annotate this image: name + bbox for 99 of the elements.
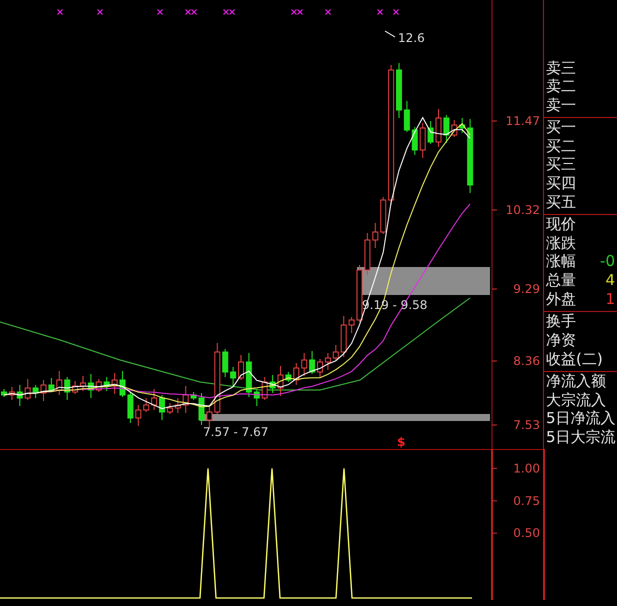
candlestick <box>443 114 450 144</box>
cross-mark-icon <box>97 9 103 15</box>
quote-label: 收益(二) <box>546 350 603 369</box>
axis-label: 0.50 <box>513 526 540 540</box>
quote-label: 总量 <box>546 271 576 290</box>
quote-label: 涨跌 <box>546 234 576 252</box>
quote-label: 涨幅 <box>546 252 576 272</box>
cross-mark-icon <box>377 9 383 15</box>
quote-label: 卖二 <box>546 77 576 96</box>
candlestick <box>190 392 197 400</box>
candlestick <box>270 374 276 394</box>
quote-label: 换手 <box>546 312 576 332</box>
candlestick <box>24 378 31 400</box>
candlestick <box>56 370 62 396</box>
candlestick <box>40 380 46 402</box>
candlestick <box>16 384 23 406</box>
candlestick <box>412 126 418 156</box>
candlestick <box>317 358 323 378</box>
cross-mark-icon <box>393 9 399 15</box>
candlestick <box>104 376 110 392</box>
zone-label: 7.57 - 7.67 <box>203 425 268 439</box>
candlestick <box>436 108 442 148</box>
quote-label: 现价 <box>546 214 576 234</box>
candlestick <box>127 392 134 424</box>
candlestick <box>459 118 466 134</box>
candlestick <box>8 386 15 400</box>
price-axis-label: 7.53 <box>513 418 540 432</box>
candlestick <box>340 316 347 358</box>
quote-label: 买二 <box>546 136 576 156</box>
candlestick <box>143 398 150 412</box>
candlestick <box>174 398 181 414</box>
candlestick <box>230 366 236 386</box>
quote-label: 5日净流入 <box>546 409 616 428</box>
leader-line <box>384 30 396 38</box>
axis-label: 0.75 <box>513 494 540 508</box>
candlestick <box>301 352 308 376</box>
quote-label: 大宗流入 <box>546 390 606 410</box>
candlestick <box>1 388 7 398</box>
cross-mark-icon <box>157 9 163 15</box>
candlestick <box>159 394 165 420</box>
candlestick <box>428 120 434 144</box>
candlestick <box>135 404 142 426</box>
candlestick <box>112 372 118 394</box>
quote-label: 卖三 <box>546 58 576 78</box>
candlestick <box>364 232 370 276</box>
quote-value: 4 <box>605 271 616 290</box>
candlestick <box>72 380 78 394</box>
price-axis-label: 9.29 <box>513 282 540 296</box>
candlestick <box>32 384 39 398</box>
candlestick <box>396 62 402 118</box>
quote-label: 买五 <box>546 193 576 212</box>
candlestick <box>372 222 378 248</box>
candlestick <box>348 316 355 334</box>
quote-label: 净资 <box>546 331 576 350</box>
quote-label: 外盘 <box>546 290 576 309</box>
quote-value: 1 <box>605 290 616 309</box>
candlestick <box>246 352 252 398</box>
candlestick <box>324 352 331 370</box>
candlestick <box>198 392 204 426</box>
candlestick <box>451 120 458 138</box>
candlestick <box>166 402 173 414</box>
cross-mark-icon <box>325 9 331 15</box>
candlestick <box>254 388 260 406</box>
candlestick <box>262 376 268 400</box>
candlestick <box>380 196 386 234</box>
candlestick <box>96 378 102 392</box>
axis-label: 1.00 <box>513 461 540 476</box>
candlestick <box>332 344 339 360</box>
candlestick <box>206 404 212 428</box>
price-axis-label: 11.47 <box>506 114 540 128</box>
candlestick <box>356 264 362 322</box>
candlestick <box>80 376 86 392</box>
candlestick <box>404 100 410 132</box>
candlestick <box>88 374 94 398</box>
quote-value: -0 <box>600 252 616 272</box>
candlestick <box>214 342 220 414</box>
candlestick <box>285 372 292 382</box>
candlestick <box>278 366 284 396</box>
candlestick <box>293 362 300 386</box>
candlestick <box>222 348 228 378</box>
quote-label: 买三 <box>546 155 576 174</box>
candlestick <box>151 388 158 410</box>
quote-label: 买一 <box>546 118 576 137</box>
cross-mark-icon <box>57 9 63 15</box>
candlestick <box>64 376 70 400</box>
candlestick <box>48 378 54 392</box>
candlestick <box>120 370 126 398</box>
candlestick <box>238 354 244 380</box>
quote-label: 净流入额 <box>546 372 606 391</box>
quote-label: 5日大宗流 <box>546 428 616 447</box>
price-axis-label: 8.36 <box>513 354 540 368</box>
quote-label: 卖一 <box>546 96 576 115</box>
candlestick <box>182 386 189 414</box>
candlestick <box>420 122 426 158</box>
quote-label: 买四 <box>546 174 576 194</box>
candlestick <box>309 350 316 374</box>
price-axis-label: 10.32 <box>506 203 540 217</box>
signal-mark: $ <box>397 435 406 449</box>
peak-price-label: 12.6 <box>398 31 425 45</box>
